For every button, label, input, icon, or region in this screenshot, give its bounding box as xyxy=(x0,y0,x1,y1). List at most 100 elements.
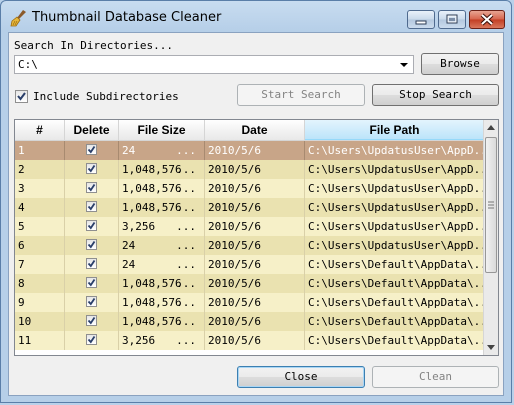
minimize-button[interactable] xyxy=(407,10,435,29)
title-bar[interactable]: Thumbnail Database Cleaner xyxy=(1,1,511,33)
checkmark-icon xyxy=(87,278,96,287)
arrow-down-icon[interactable] xyxy=(484,339,498,355)
chevron-down-icon[interactable] xyxy=(397,57,411,72)
column-header-number[interactable]: # xyxy=(15,120,65,140)
table-row[interactable]: 8 1,048,576... 2010/5/6 C:\Users\Default\Ap… xyxy=(15,274,485,293)
cell-delete[interactable] xyxy=(65,179,119,198)
table-row[interactable]: 2 1,048,576... 2010/5/6 C:\Users\UpdatusUse… xyxy=(15,160,485,179)
delete-checkbox[interactable] xyxy=(86,220,97,231)
size-truncation-marker: ... xyxy=(176,144,196,157)
cell-file-path-text: C:\Users\UpdatusUser\AppD... xyxy=(308,201,485,214)
cell-file-path: C:\Users\Default\AppData\... xyxy=(305,274,485,293)
table-row[interactable]: 11 3,256... 2010/5/6 C:\Users\Default\AppDa… xyxy=(15,331,485,350)
cell-delete[interactable] xyxy=(65,160,119,179)
checkmark-icon xyxy=(87,240,96,249)
search-directories-label: Search In Directories... xyxy=(14,39,173,52)
delete-checkbox[interactable] xyxy=(86,277,97,288)
cell-date-text: 2010/5/6 xyxy=(208,144,261,157)
vertical-scrollbar[interactable] xyxy=(483,120,498,355)
table-row[interactable]: 5 3,256... 2010/5/6 C:\Users\UpdatusUser\Ap… xyxy=(15,217,485,236)
delete-checkbox[interactable] xyxy=(86,182,97,193)
table-row[interactable]: 10 1,048,576... 2010/5/6 C:\Users\Default\A… xyxy=(15,312,485,331)
cell-date: 2010/5/6 xyxy=(205,141,305,160)
delete-checkbox[interactable] xyxy=(86,163,97,174)
cell-date-text: 2010/5/6 xyxy=(208,182,261,195)
cell-file-size: 3,256... xyxy=(119,217,205,236)
checkmark-icon xyxy=(87,145,96,154)
cell-number-text: 4 xyxy=(18,201,25,214)
start-search-button[interactable]: Start Search xyxy=(237,84,365,106)
cell-number-text: 6 xyxy=(18,239,25,252)
table-row[interactable]: 6 24... 2010/5/6 C:\Users\UpdatusUser\AppD.… xyxy=(15,236,485,255)
cell-file-path-text: C:\Users\Default\AppData\... xyxy=(308,315,485,328)
cell-date-text: 2010/5/6 xyxy=(208,201,261,214)
clean-button[interactable]: Clean xyxy=(372,366,499,388)
table-row[interactable]: 4 1,048,576... 2010/5/6 C:\Users\UpdatusUse… xyxy=(15,198,485,217)
cell-number-text: 3 xyxy=(18,182,25,195)
checkmark-icon xyxy=(87,259,96,268)
app-window: Thumbnail Database Cleaner Search In Dir… xyxy=(0,0,512,403)
cell-delete[interactable] xyxy=(65,293,119,312)
delete-checkbox[interactable] xyxy=(86,201,97,212)
delete-checkbox[interactable] xyxy=(86,334,97,345)
column-header-delete[interactable]: Delete xyxy=(65,120,119,140)
directory-combobox[interactable]: C:\ xyxy=(14,55,414,74)
cell-number: 1 xyxy=(15,141,65,160)
cell-delete[interactable] xyxy=(65,217,119,236)
cell-date: 2010/5/6 xyxy=(205,274,305,293)
browse-button[interactable]: Browse xyxy=(421,53,499,75)
arrow-up-icon[interactable] xyxy=(484,120,498,136)
cell-file-size: 1,048,576... xyxy=(119,293,205,312)
delete-checkbox[interactable] xyxy=(86,258,97,269)
column-header-date[interactable]: Date xyxy=(205,120,305,140)
scrollbar-thumb[interactable] xyxy=(485,137,497,273)
cell-file-path-text: C:\Users\Default\AppData\... xyxy=(308,334,485,347)
cell-file-size: 24... xyxy=(119,236,205,255)
cell-date: 2010/5/6 xyxy=(205,198,305,217)
cell-file-path-text: C:\Users\UpdatusUser\AppD... xyxy=(308,239,485,252)
directory-value: C:\ xyxy=(18,58,38,71)
cell-date-text: 2010/5/6 xyxy=(208,239,261,252)
size-truncation-marker: ... xyxy=(176,163,196,176)
size-truncation-marker: ... xyxy=(176,239,196,252)
cell-delete[interactable] xyxy=(65,274,119,293)
cell-delete[interactable] xyxy=(65,255,119,274)
maximize-button[interactable] xyxy=(438,10,466,29)
include-subdirectories-label: Include Subdirectories xyxy=(33,90,179,103)
column-header-file-size[interactable]: File Size xyxy=(119,120,205,140)
delete-checkbox[interactable] xyxy=(86,296,97,307)
close-button[interactable]: Close xyxy=(237,366,365,388)
table-row[interactable]: 1 24... 2010/5/6 C:\Users\UpdatusUser\AppD.… xyxy=(15,141,485,160)
cell-delete[interactable] xyxy=(65,198,119,217)
checkmark-icon xyxy=(87,202,96,211)
cell-file-path-text: C:\Users\UpdatusUser\AppD... xyxy=(308,182,485,195)
close-window-button[interactable] xyxy=(469,10,505,29)
cell-number-text: 11 xyxy=(18,334,32,347)
delete-checkbox[interactable] xyxy=(86,239,97,250)
maximize-icon xyxy=(446,14,458,24)
cell-file-path-text: C:\Users\Default\AppData\... xyxy=(308,277,485,290)
column-header-file-path[interactable]: File Path xyxy=(305,120,485,140)
cell-file-size: 24... xyxy=(119,255,205,274)
cell-number-text: 9 xyxy=(18,296,25,309)
stop-search-button[interactable]: Stop Search xyxy=(372,84,499,106)
table-row[interactable]: 3 1,048,576... 2010/5/6 C:\Users\UpdatusUse… xyxy=(15,179,485,198)
delete-checkbox[interactable] xyxy=(86,144,97,155)
size-truncation-marker: ... xyxy=(176,220,196,233)
cell-delete[interactable] xyxy=(65,331,119,350)
cell-delete[interactable] xyxy=(65,141,119,160)
cell-delete[interactable] xyxy=(65,312,119,331)
cell-date-text: 2010/5/6 xyxy=(208,277,261,290)
cell-file-size: 1,048,576... xyxy=(119,274,205,293)
cell-file-path: C:\Users\Default\AppData\... xyxy=(305,255,485,274)
cell-delete[interactable] xyxy=(65,236,119,255)
include-subdirectories-checkbox[interactable] xyxy=(15,90,28,103)
cell-file-size-text: 1,048,576 xyxy=(122,163,182,176)
checkmark-icon xyxy=(87,164,96,173)
cell-file-path: C:\Users\UpdatusUser\AppD... xyxy=(305,160,485,179)
cell-number-text: 8 xyxy=(18,277,25,290)
delete-checkbox[interactable] xyxy=(86,315,97,326)
table-row[interactable]: 7 24... 2010/5/6 C:\Users\Default\AppData\.… xyxy=(15,255,485,274)
table-row[interactable]: 9 1,048,576... 2010/5/6 C:\Users\Default\Ap… xyxy=(15,293,485,312)
checkmark-icon xyxy=(87,183,96,192)
